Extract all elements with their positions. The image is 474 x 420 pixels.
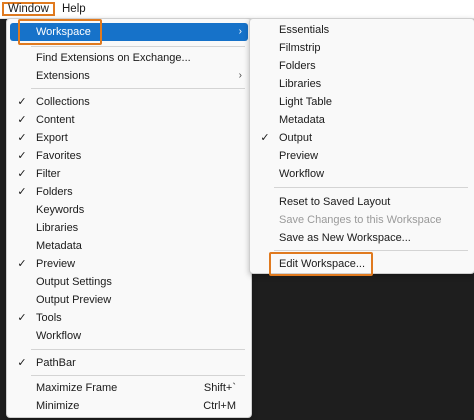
shortcut-label: Shift+` — [203, 382, 236, 394]
checkmark-icon: ✓ — [260, 132, 270, 144]
menu-item-extensions[interactable]: Extensions › — [10, 67, 248, 85]
checkmark-icon: ✓ — [17, 114, 27, 126]
menu-item-label: Filter — [36, 168, 61, 180]
menu-item-label: Minimize — [36, 400, 80, 412]
menu-item-label: Find Extensions on Exchange... — [36, 52, 191, 64]
workspace-save-new[interactable]: Save as New Workspace... — [253, 229, 471, 247]
checkmark-icon: ✓ — [17, 186, 27, 198]
menu-item-label: Output — [279, 132, 313, 144]
shortcut-label: Ctrl+M — [203, 400, 236, 412]
menu-item-minimize[interactable]: Minimize Ctrl+M — [10, 397, 248, 415]
menu-item-tools[interactable]: ✓ Tools — [10, 309, 248, 327]
menu-item-keywords[interactable]: Keywords — [10, 201, 248, 219]
menu-window[interactable]: Window — [2, 2, 55, 16]
checkmark-icon: ✓ — [17, 96, 27, 108]
workspace-item-light-table[interactable]: Light Table — [253, 93, 471, 111]
workspace-item-essentials[interactable]: Essentials — [253, 21, 471, 39]
menu-item-content[interactable]: ✓ Content — [10, 111, 248, 129]
menu-item-label: Edit Workspace... — [279, 258, 365, 270]
menu-item-libraries[interactable]: Libraries — [10, 219, 248, 237]
menu-item-output-preview[interactable]: Output Preview — [10, 291, 248, 309]
menu-item-label: Preview — [279, 150, 319, 162]
checkmark-icon: ✓ — [17, 168, 27, 180]
chevron-right-icon: › — [238, 70, 242, 81]
menu-item-collections[interactable]: ✓ Collections — [10, 93, 248, 111]
menu-item-label: Preview — [36, 258, 76, 270]
menu-item-favorites[interactable]: ✓ Favorites — [10, 147, 248, 165]
workspace-item-preview[interactable]: Preview — [253, 147, 471, 165]
menu-item-label: Filmstrip — [279, 42, 321, 54]
menu-help[interactable]: Help — [58, 2, 90, 16]
menu-item-maximize-frame[interactable]: Maximize Frame Shift+` — [10, 379, 248, 397]
menu-item-pathbar[interactable]: ✓ PathBar — [10, 354, 248, 372]
menu-item-folders[interactable]: ✓ Folders — [10, 183, 248, 201]
menu-item-export[interactable]: ✓ Export — [10, 129, 248, 147]
menu-item-workflow[interactable]: Workflow — [10, 327, 248, 345]
workspace-item-folders[interactable]: Folders — [253, 57, 471, 75]
menu-item-label: Keywords — [36, 204, 85, 216]
menu-item-filter[interactable]: ✓ Filter — [10, 165, 248, 183]
menu-item-find-extensions[interactable]: Find Extensions on Exchange... — [10, 49, 248, 67]
workspace-reset-layout[interactable]: Reset to Saved Layout — [253, 193, 471, 211]
menu-item-label: PathBar — [36, 357, 76, 369]
menu-item-label: Libraries — [36, 222, 79, 234]
menu-item-label: Collections — [36, 96, 90, 108]
menu-item-label: Extensions — [36, 70, 90, 82]
menu-item-label: Output Preview — [36, 294, 112, 306]
checkmark-icon: ✓ — [17, 357, 27, 369]
workspace-item-workflow[interactable]: Workflow — [253, 165, 471, 183]
checkmark-icon: ✓ — [17, 258, 27, 270]
separator — [31, 349, 245, 350]
menu-item-label: Save as New Workspace... — [279, 232, 411, 244]
workspace-item-output[interactable]: ✓ Output — [253, 129, 471, 147]
workspace-item-metadata[interactable]: Metadata — [253, 111, 471, 129]
menu-bar: Window Help — [0, 0, 474, 19]
menu-item-label: Favorites — [36, 150, 82, 162]
menu-item-label: Workflow — [279, 168, 325, 180]
menu-item-label: Libraries — [279, 78, 322, 90]
menu-item-label: Folders — [36, 186, 73, 198]
workspace-edit[interactable]: Edit Workspace... — [253, 255, 471, 273]
separator — [31, 375, 245, 376]
menu-item-label: Reset to Saved Layout — [279, 196, 391, 208]
menu-item-label: Folders — [279, 60, 316, 72]
window-menu-dropdown: Workspace › Find Extensions on Exchange.… — [6, 18, 252, 418]
separator — [274, 187, 468, 188]
menu-item-label: Maximize Frame — [36, 382, 118, 394]
chevron-right-icon: › — [238, 26, 242, 37]
menu-item-label: Content — [36, 114, 75, 126]
menu-item-label: Metadata — [36, 240, 82, 252]
menu-item-label: Metadata — [279, 114, 325, 126]
workspace-item-libraries[interactable]: Libraries — [253, 75, 471, 93]
workspace-item-filmstrip[interactable]: Filmstrip — [253, 39, 471, 57]
separator — [31, 88, 245, 89]
checkmark-icon: ✓ — [17, 150, 27, 162]
menu-item-label: Export — [36, 132, 68, 144]
checkmark-icon: ✓ — [17, 132, 27, 144]
workspace-save-changes: Save Changes to this Workspace — [253, 211, 471, 229]
menu-item-label: Workflow — [36, 330, 82, 342]
menu-item-workspace[interactable]: Workspace › — [10, 23, 248, 41]
menu-item-label: Tools — [36, 312, 62, 324]
checkmark-icon: ✓ — [17, 312, 27, 324]
menu-item-label: Light Table — [279, 96, 333, 108]
workspace-submenu: Essentials Filmstrip Folders Libraries L… — [249, 18, 474, 276]
separator — [31, 46, 245, 47]
menu-item-label: Save Changes to this Workspace — [279, 214, 442, 226]
menu-item-label: Output Settings — [36, 276, 112, 288]
menu-item-label: Essentials — [279, 24, 330, 36]
menu-item-metadata[interactable]: Metadata — [10, 237, 248, 255]
menu-item-label: Workspace — [36, 26, 91, 38]
separator — [274, 250, 468, 251]
menu-item-preview[interactable]: ✓ Preview — [10, 255, 248, 273]
menu-item-output-settings[interactable]: Output Settings — [10, 273, 248, 291]
